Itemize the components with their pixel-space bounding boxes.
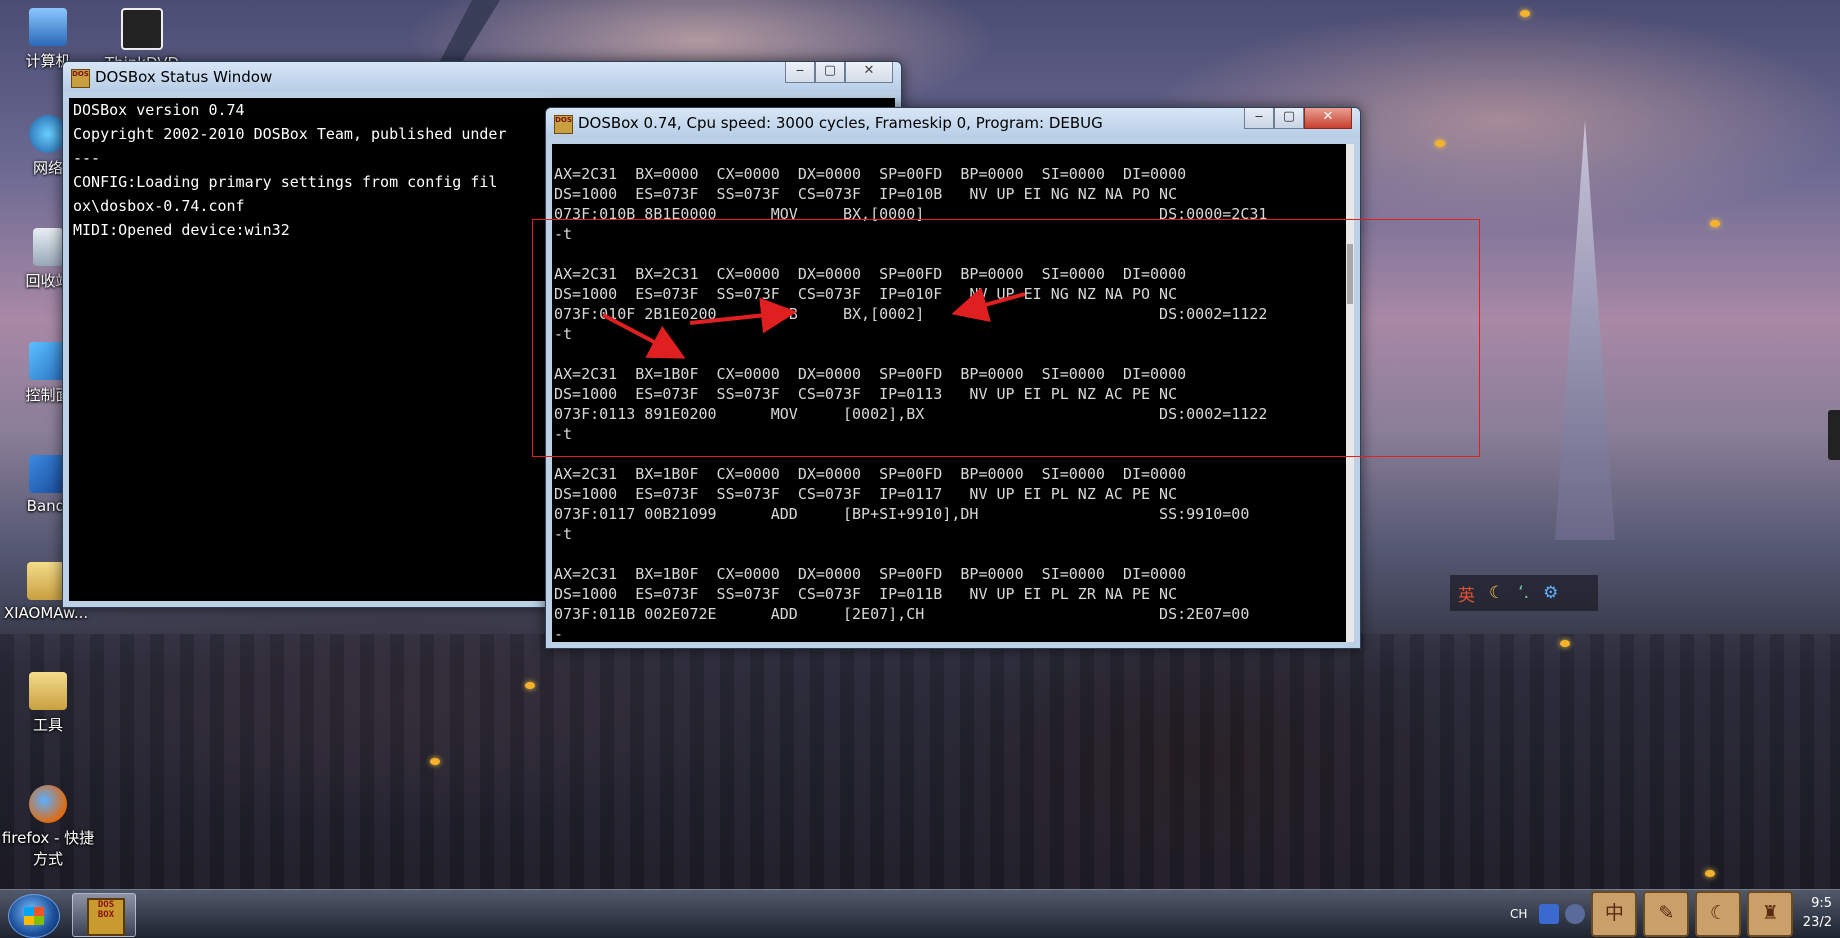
recycle-bin-icon [33, 228, 63, 266]
dosbox-window-title: DOSBox 0.74, Cpu speed: 3000 cycles, Fra… [578, 114, 1103, 132]
system-tray: CH 中 ✎ ☾ ♜ [1510, 890, 1794, 938]
monitor-icon [121, 8, 163, 50]
ime-toolbar[interactable]: 英 ☾ ʻ. ⚙ [1450, 575, 1598, 611]
annotation-box [532, 219, 1480, 457]
background-ember [1435, 140, 1445, 147]
tray-help-icon[interactable] [1565, 904, 1586, 924]
maximize-button[interactable]: ▢ [1274, 108, 1304, 129]
desktop-icon-label: 工具 [32, 716, 63, 734]
tray-language[interactable]: CH [1510, 907, 1527, 921]
desktop-icon-tools[interactable]: 工具 [6, 672, 90, 735]
tray-check-icon[interactable] [1539, 904, 1560, 924]
desktop-icon-label: firefox - 快捷方式 [1, 829, 95, 868]
moon-icon[interactable]: ☾ [1489, 583, 1504, 603]
ime-chinese-tile[interactable]: 中 [1591, 891, 1638, 937]
clock-time: 9:5 [1811, 896, 1832, 911]
dosbox-icon: DOS [71, 69, 90, 88]
background-ember [1705, 870, 1715, 877]
status-window-titlebar[interactable]: DOS DOSBox Status Window ‒ ▢ ✕ [63, 62, 901, 92]
background-ember [1710, 220, 1720, 227]
background-ember [525, 682, 535, 689]
desktop-icon-thinkdvd[interactable]: ThinkDVD [100, 8, 184, 68]
console-line: -t [554, 525, 573, 543]
background-ember [430, 758, 440, 765]
status-window-controls: ‒ ▢ ✕ [785, 62, 893, 83]
side-widget[interactable] [1828, 410, 1840, 460]
minimize-button[interactable]: ‒ [785, 62, 815, 83]
console-line: AX=2C31 BX=1B0F CX=0000 DX=0000 SP=00FD … [554, 565, 1187, 583]
status-window-title: DOSBox Status Window [95, 68, 273, 86]
dosbox-window-controls: ‒ ▢ ✕ [1244, 108, 1352, 129]
console-line: AX=2C31 BX=0000 CX=0000 DX=0000 SP=00FD … [554, 165, 1187, 183]
start-button[interactable] [8, 894, 60, 938]
dosbox-taskbar-icon: DOS BOX [87, 898, 125, 936]
maximize-button[interactable]: ▢ [815, 62, 845, 83]
ime-mode-label[interactable]: 英 [1458, 581, 1475, 606]
console-line: DS=1000 ES=073F SS=073F CS=073F IP=0117 … [554, 485, 1178, 503]
background-ember [1560, 640, 1570, 647]
minimize-button[interactable]: ‒ [1244, 108, 1274, 129]
punctuation-icon[interactable]: ʻ. [1518, 583, 1529, 603]
console-line: AX=2C31 BX=1B0F CX=0000 DX=0000 SP=00FD … [554, 465, 1187, 483]
folder-icon [29, 672, 67, 710]
ime-shirt-tile[interactable]: ♜ [1747, 891, 1794, 937]
folder-icon [27, 562, 65, 600]
console-line: DS=1000 ES=073F SS=073F CS=073F IP=010B … [554, 185, 1178, 203]
background-ember [1520, 10, 1530, 17]
close-button[interactable]: ✕ [1304, 108, 1352, 129]
dosbox-window-titlebar[interactable]: DOS DOSBox 0.74, Cpu speed: 3000 cycles,… [546, 108, 1360, 138]
console-line: -_ [554, 625, 573, 642]
console-line: 073F:0117 00B21099 ADD [BP+SI+9910],DH S… [554, 505, 1250, 523]
taskbar-dosbox-button[interactable]: DOS BOX [72, 893, 136, 937]
windows-logo-icon [24, 907, 44, 925]
clock-date: 23/2 [1802, 915, 1832, 930]
settings-icon[interactable]: ⚙ [1543, 583, 1558, 603]
console-line: DS=1000 ES=073F SS=073F CS=073F IP=011B … [554, 585, 1178, 603]
close-button[interactable]: ✕ [845, 62, 893, 83]
background-spire [1555, 120, 1615, 540]
dosbox-icon: DOS [554, 115, 573, 134]
computer-icon [29, 8, 67, 46]
taskbar: DOS BOX CH 中 ✎ ☾ ♜ 9:5 23/2 [0, 889, 1840, 938]
taskbar-clock[interactable]: 9:5 23/2 [1803, 894, 1832, 932]
ime-moon-tile[interactable]: ☾ [1695, 891, 1742, 937]
background-city [0, 634, 1840, 894]
desktop-icon-firefox[interactable]: firefox - 快捷方式 [0, 785, 96, 869]
firefox-icon [29, 785, 67, 823]
console-line: 073F:011B 002E072E ADD [2E07],CH DS:2E07… [554, 605, 1250, 623]
ime-scroll-tile[interactable]: ✎ [1643, 891, 1690, 937]
